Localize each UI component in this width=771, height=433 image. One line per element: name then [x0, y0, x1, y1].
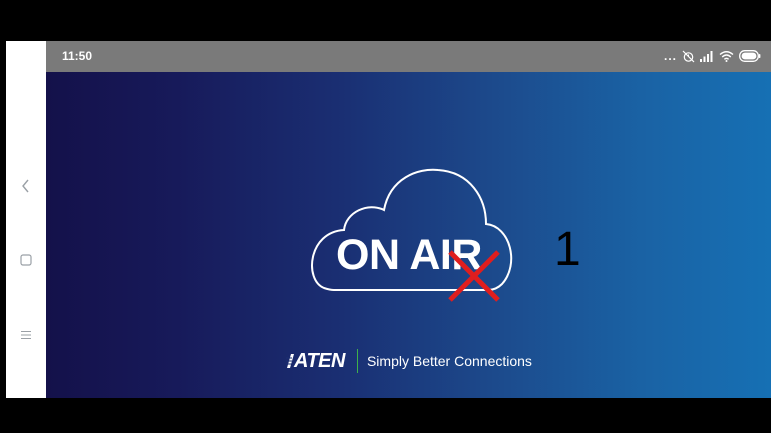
menu-icon	[21, 331, 31, 339]
brand-footer: ATEN Simply Better Connections	[286, 348, 532, 374]
brand-tagline: Simply Better Connections	[366, 353, 532, 369]
signal-icon	[700, 51, 713, 62]
status-bar: 11:50 ...	[46, 41, 771, 72]
brand-name: ATEN	[294, 349, 345, 372]
status-time: 11:50	[62, 49, 93, 63]
home-icon	[20, 254, 32, 266]
aten-stripes-icon	[286, 354, 294, 368]
close-x-mark[interactable]	[446, 248, 502, 304]
recents-button[interactable]	[6, 320, 46, 350]
brand-divider	[356, 349, 358, 373]
slide-number: 1	[554, 223, 581, 276]
alarm-off-icon	[682, 50, 695, 62]
screen-frame: 11:50 ... ON AIR 1 ATEN Simply Better Co…	[0, 0, 771, 433]
wifi-icon	[719, 51, 734, 62]
back-icon	[22, 179, 29, 193]
aten-logo: ATEN	[286, 349, 345, 373]
navigation-bar	[6, 41, 46, 398]
battery-icon	[739, 50, 761, 62]
home-button[interactable]	[6, 245, 46, 275]
notification-dots: ...	[663, 49, 677, 63]
back-button[interactable]	[6, 171, 46, 201]
status-icons: ...	[664, 48, 761, 64]
slide-area: ON AIR 1 ATEN Simply Better Connections	[46, 72, 771, 398]
